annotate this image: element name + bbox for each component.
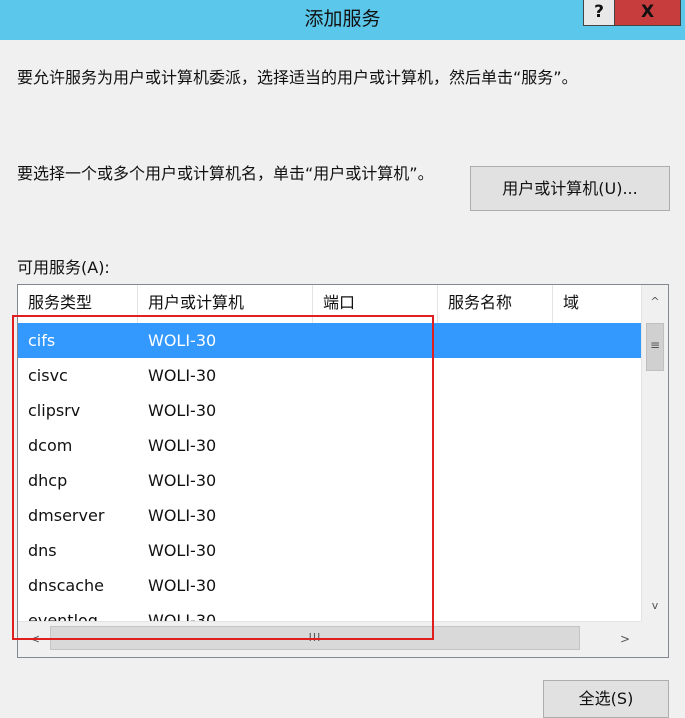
service-type-cell: dnscache (28, 576, 105, 595)
service-type-cell: dmserver (28, 506, 105, 525)
user-or-computer-cell: WOLI-30 (148, 436, 217, 455)
column-header-domain[interactable]: 域 (553, 285, 642, 323)
select-all-button[interactable]: 全选(S) (543, 680, 669, 718)
table-row[interactable]: dcom WOLI-30 (18, 428, 642, 463)
column-header-user-or-computer[interactable]: 用户或计算机 (138, 285, 313, 323)
user-or-computer-cell: WOLI-30 (148, 331, 217, 350)
user-or-computer-cell: WOLI-30 (148, 541, 217, 560)
instruction-text: 要允许服务为用户或计算机委派，选择适当的用户或计算机，然后单击“服务”。 (17, 68, 578, 87)
table-row[interactable]: dhcp WOLI-30 (18, 463, 642, 498)
table-row[interactable]: cifs WOLI-30 (18, 323, 642, 358)
user-or-computer-cell: WOLI-30 (148, 366, 217, 385)
grip-icon: III (308, 631, 322, 644)
column-header-service-name[interactable]: 服务名称 (438, 285, 553, 323)
user-or-computer-cell: WOLI-30 (148, 401, 217, 420)
grip-icon: ≡ (649, 338, 661, 352)
column-header-service-type[interactable]: 服务类型 (18, 285, 138, 323)
table-row[interactable]: clipsrv WOLI-30 (18, 393, 642, 428)
table-row[interactable]: dns WOLI-30 (18, 533, 642, 568)
title-bar: 添加服务 ? X (0, 0, 685, 40)
scroll-left-icon[interactable]: < (22, 626, 48, 652)
choose-instruction-text: 要选择一个或多个用户或计算机名，单击“用户或计算机”。 (17, 164, 434, 183)
table-row[interactable]: dmserver WOLI-30 (18, 498, 642, 533)
horizontal-scroll-thumb[interactable]: III (50, 626, 580, 650)
close-button[interactable]: X (615, 0, 681, 26)
service-type-cell: cisvc (28, 366, 68, 385)
table-row[interactable]: cisvc WOLI-30 (18, 358, 642, 393)
service-type-cell: cifs (28, 331, 56, 350)
scroll-up-icon[interactable]: ^ (642, 289, 668, 315)
users-or-computers-button[interactable]: 用户或计算机(U)... (470, 166, 670, 211)
vertical-scroll-thumb[interactable]: ≡ (646, 323, 664, 371)
service-type-cell: dcom (28, 436, 73, 455)
table-row[interactable]: dnscache WOLI-30 (18, 568, 642, 603)
scrollbar-corner (641, 621, 668, 657)
service-type-cell: clipsrv (28, 401, 81, 420)
column-header-port[interactable]: 端口 (313, 285, 438, 323)
user-or-computer-cell: WOLI-30 (148, 506, 217, 525)
services-list[interactable]: 服务类型 用户或计算机 端口 服务名称 域 cifs WOLI-30 cisvc… (17, 284, 669, 658)
service-type-cell: dhcp (28, 471, 68, 490)
horizontal-scrollbar[interactable]: < III > (18, 621, 642, 657)
user-or-computer-cell: WOLI-30 (148, 471, 217, 490)
help-button[interactable]: ? (583, 0, 615, 26)
service-type-cell: dns (28, 541, 57, 560)
user-or-computer-cell: WOLI-30 (148, 576, 217, 595)
scroll-down-icon[interactable]: v (642, 593, 668, 619)
vertical-scrollbar[interactable]: ^ ≡ v (641, 285, 668, 621)
scroll-right-icon[interactable]: > (612, 626, 638, 652)
available-services-label: 可用服务(A): (17, 258, 110, 277)
